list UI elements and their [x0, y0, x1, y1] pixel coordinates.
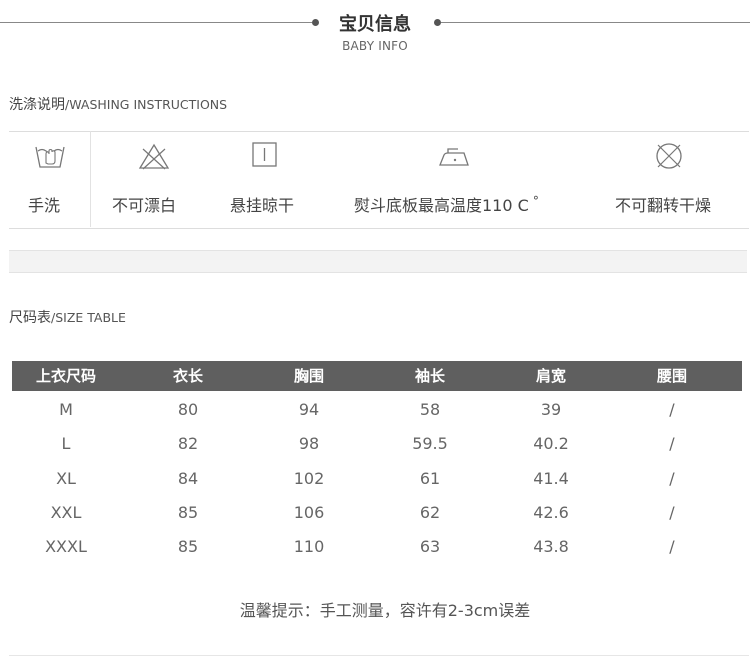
table-cell: 63	[419, 537, 441, 556]
wash-label-iron: 熨斗底板最高温度110 C °	[354, 192, 539, 216]
table-cell: 98	[298, 434, 320, 453]
page-subtitle: BABY INFO	[342, 39, 408, 53]
table-cell: 62	[419, 503, 441, 522]
washing-title-cn: 洗涤说明	[9, 97, 65, 113]
table-cell: 110	[293, 537, 325, 556]
size-section-title: 尺码表/SIZE TABLE	[9, 307, 126, 327]
table-cell: 85	[177, 503, 199, 522]
table-cell: 39	[540, 400, 562, 419]
table-cell: 84	[177, 469, 199, 488]
washing-divider	[90, 131, 91, 227]
header-cell: 上衣尺码	[35, 367, 96, 385]
table-cell: /	[669, 469, 675, 488]
table-cell: 94	[298, 400, 320, 419]
table-cell: 59.5	[412, 434, 448, 453]
bottom-divider	[9, 655, 749, 656]
header-dot-right	[434, 19, 441, 26]
size-table-header: 上衣尺码 衣长 胸围 袖长 肩宽 腰围	[12, 361, 742, 391]
table-cell: 61	[419, 469, 441, 488]
iron-icon	[436, 141, 472, 175]
header-line-right	[441, 22, 750, 23]
header-cell: 肩宽	[535, 367, 566, 385]
wash-label-iron-text: 熨斗底板最高温度110 C	[354, 196, 529, 215]
size-title-cn: 尺码表	[9, 310, 51, 326]
table-cell: XL	[56, 469, 76, 488]
header-cell: 衣长	[172, 367, 203, 385]
table-cell: XXL	[50, 503, 82, 522]
page-title: 宝贝信息	[339, 14, 411, 35]
table-cell: /	[669, 503, 675, 522]
table-cell: 102	[293, 469, 325, 488]
washing-title-en: /WASHING INSTRUCTIONS	[65, 97, 228, 112]
no-bleach-icon	[138, 141, 170, 175]
table-cell: 82	[177, 434, 199, 453]
hang-dry-icon	[252, 141, 278, 173]
table-cell: 41.4	[533, 469, 569, 488]
no-tumble-dry-icon	[653, 141, 685, 175]
table-cell: XXXL	[45, 537, 87, 556]
table-cell: /	[669, 537, 675, 556]
table-cell: M	[59, 400, 73, 419]
table-cell: /	[669, 434, 675, 453]
table-cell: L	[61, 434, 71, 453]
wash-label-no-bleach: 不可漂白	[112, 196, 177, 215]
measurement-note: 温馨提示：手工测量，容许有2-3cm误差	[239, 601, 531, 620]
table-cell: /	[669, 400, 675, 419]
table-cell: 106	[293, 503, 325, 522]
table-cell: 58	[419, 400, 441, 419]
hand-wash-icon	[33, 141, 67, 175]
size-title-en: /SIZE TABLE	[51, 310, 126, 325]
section-separator-bar	[9, 250, 747, 273]
wash-label-hang-dry: 悬挂晾干	[230, 196, 295, 215]
wash-label-no-tumble: 不可翻转干燥	[615, 196, 712, 215]
header-cell: 袖长	[414, 367, 445, 385]
table-cell: 40.2	[533, 434, 569, 453]
washing-section-title: 洗涤说明/WASHING INSTRUCTIONS	[9, 94, 227, 114]
table-cell: 85	[177, 537, 199, 556]
table-cell: 42.6	[533, 503, 569, 522]
table-cell: 80	[177, 400, 199, 419]
header-cell: 胸围	[293, 367, 324, 385]
table-cell: 43.8	[533, 537, 569, 556]
wash-label-hand-wash: 手洗	[28, 196, 61, 215]
header-cell: 腰围	[656, 367, 687, 385]
degree-symbol: °	[532, 193, 539, 208]
